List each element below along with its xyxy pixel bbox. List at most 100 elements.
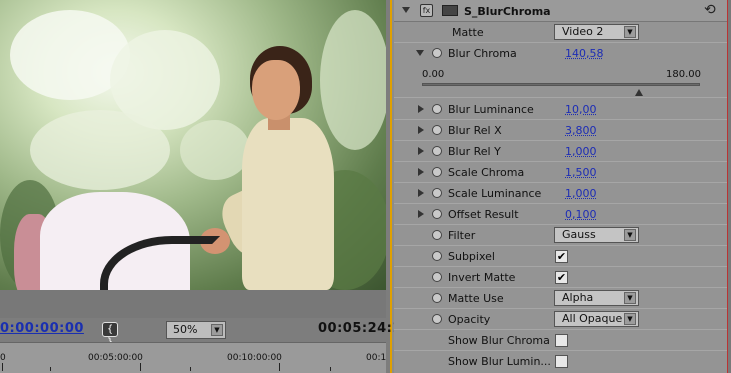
show-blur-luminance-label: Show Blur Lumin... — [448, 355, 551, 368]
show-blur-chroma-label: Show Blur Chroma — [448, 334, 550, 347]
expand-triangle-icon[interactable] — [418, 126, 424, 134]
slider-max-label: 180.00 — [666, 69, 701, 80]
chevron-down-icon: ▼ — [624, 26, 636, 38]
filter-select[interactable]: Gauss ▼ — [554, 227, 639, 243]
woman-face — [252, 60, 300, 120]
app-window: 0:00:00:00 { } 50% ▼ 00:05:24:14 0 00:05… — [0, 0, 731, 373]
ruler-tick — [2, 363, 3, 371]
stopwatch-icon[interactable] — [432, 125, 442, 135]
offset-result-label: Offset Result — [448, 208, 519, 221]
subpixel-label: Subpixel — [448, 250, 495, 263]
chevron-down-icon: ▼ — [624, 313, 636, 325]
chevron-down-icon: ▼ — [211, 324, 223, 336]
stopwatch-icon[interactable] — [432, 48, 442, 58]
matte-label: Matte — [452, 26, 484, 39]
param-row-filter: Filter Gauss ▼ — [394, 225, 727, 246]
matte-use-label: Matte Use — [448, 292, 504, 305]
opacity-select[interactable]: All Opaque ▼ — [554, 311, 639, 327]
stopwatch-icon[interactable] — [432, 167, 442, 177]
ruler-label: 00:05:00:00 — [88, 353, 143, 363]
stopwatch-icon[interactable] — [432, 146, 442, 156]
param-row-scale-chroma: Scale Chroma 1,500 — [394, 162, 727, 183]
ruler-label: 00:1 — [366, 353, 387, 363]
matte-select[interactable]: Video 2 ▼ — [554, 24, 639, 40]
video-frame[interactable] — [0, 0, 386, 290]
stopwatch-icon[interactable] — [432, 272, 442, 282]
fx-toggle-icon[interactable]: fx — [420, 4, 433, 17]
param-row-blur-chroma: Blur Chroma 140,58 — [394, 43, 727, 64]
param-row-subpixel: Subpixel ✔ — [394, 246, 727, 267]
param-row-matte-use: Matte Use Alpha ▼ — [394, 288, 727, 309]
collapse-triangle-icon[interactable] — [416, 50, 424, 56]
show-blur-luminance-checkbox[interactable] — [555, 355, 568, 368]
stopwatch-icon[interactable] — [432, 251, 442, 261]
invert-matte-label: Invert Matte — [448, 271, 516, 284]
ruler-tick — [190, 367, 191, 371]
effect-name: S_BlurChroma — [464, 5, 551, 18]
show-blur-chroma-checkbox[interactable] — [555, 334, 568, 347]
stopwatch-icon[interactable] — [432, 293, 442, 303]
stopwatch-icon[interactable] — [432, 230, 442, 240]
param-row-opacity: Opacity All Opaque ▼ — [394, 309, 727, 330]
blur-rel-x-value[interactable]: 3,800 — [565, 124, 597, 137]
zoom-level-value: 50% — [173, 323, 198, 336]
ruler-tick — [279, 363, 280, 371]
opacity-label: Opacity — [448, 313, 491, 326]
time-ruler[interactable]: 0 00:05:00:00 00:10:00:00 00:1 — [0, 342, 386, 373]
subpixel-checkbox[interactable]: ✔ — [555, 250, 568, 263]
scale-luminance-value[interactable]: 1,000 — [565, 187, 597, 200]
collapse-triangle-icon[interactable] — [402, 7, 410, 13]
blossom-cluster — [320, 10, 386, 150]
safe-margins-icon[interactable]: { } — [102, 322, 118, 348]
expand-triangle-icon[interactable] — [418, 105, 424, 113]
stopwatch-icon[interactable] — [432, 314, 442, 324]
blur-chroma-label: Blur Chroma — [448, 47, 517, 60]
current-time-timecode[interactable]: 0:00:00:00 — [0, 321, 84, 336]
param-row-blur-luminance: Blur Luminance 10,00 — [394, 99, 727, 120]
program-monitor: 0:00:00:00 { } 50% ▼ 00:05:24:14 0 00:05… — [0, 0, 411, 373]
monitor-divider — [0, 290, 386, 318]
slider-thumb[interactable] — [634, 89, 643, 96]
opacity-value: All Opaque — [562, 312, 623, 325]
matte-use-select[interactable]: Alpha ▼ — [554, 290, 639, 306]
blossom-cluster — [30, 110, 170, 190]
scale-luminance-label: Scale Luminance — [448, 187, 542, 200]
blur-luminance-value[interactable]: 10,00 — [565, 103, 597, 116]
blur-chroma-value[interactable]: 140,58 — [565, 47, 604, 60]
invert-matte-checkbox[interactable]: ✔ — [555, 271, 568, 284]
scale-chroma-value[interactable]: 1,500 — [565, 166, 597, 179]
slider-track[interactable] — [422, 83, 700, 86]
param-row-show-blur-luminance: Show Blur Lumin... — [394, 351, 727, 372]
chevron-down-icon: ▼ — [624, 292, 636, 304]
blur-rel-x-label: Blur Rel X — [448, 124, 502, 137]
param-row-invert-matte: Invert Matte ✔ — [394, 267, 727, 288]
blur-luminance-label: Blur Luminance — [448, 103, 534, 116]
effect-header[interactable]: fx S_BlurChroma ⟲ — [394, 0, 727, 22]
expand-triangle-icon[interactable] — [418, 168, 424, 176]
blur-rel-y-label: Blur Rel Y — [448, 145, 501, 158]
matte-use-value: Alpha — [562, 291, 594, 304]
blur-rel-y-value[interactable]: 1,000 — [565, 145, 597, 158]
param-row-show-blur-chroma: Show Blur Chroma — [394, 330, 727, 351]
slider-min-label: 0.00 — [422, 69, 445, 80]
param-row-blur-rel-x: Blur Rel X 3,800 — [394, 120, 727, 141]
effect-badge-icon — [442, 5, 458, 16]
filter-value: Gauss — [562, 228, 596, 241]
expand-triangle-icon[interactable] — [418, 147, 424, 155]
stopwatch-icon[interactable] — [432, 209, 442, 219]
ruler-tick — [140, 363, 141, 371]
offset-result-value[interactable]: 0,100 — [565, 208, 597, 221]
param-row-matte: Matte Video 2 ▼ — [394, 22, 727, 43]
zoom-level-select[interactable]: 50% ▼ — [166, 321, 226, 339]
expand-triangle-icon[interactable] — [418, 189, 424, 197]
ruler-tick — [50, 367, 51, 371]
expand-triangle-icon[interactable] — [418, 210, 424, 218]
ruler-tick — [330, 367, 331, 371]
stopwatch-icon[interactable] — [432, 104, 442, 114]
reset-icon[interactable]: ⟲ — [704, 2, 716, 18]
panel-scrollbar[interactable] — [727, 0, 731, 373]
stopwatch-icon[interactable] — [432, 188, 442, 198]
woman-jacket — [242, 118, 334, 290]
ruler-label: 0 — [0, 353, 6, 363]
param-row-scale-luminance: Scale Luminance 1,000 — [394, 183, 727, 204]
